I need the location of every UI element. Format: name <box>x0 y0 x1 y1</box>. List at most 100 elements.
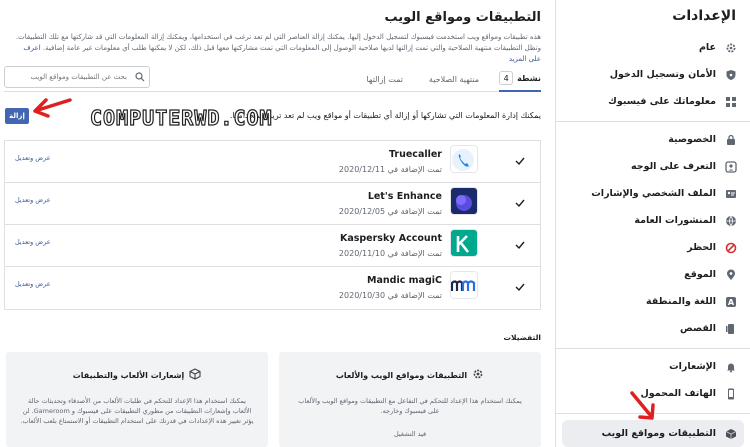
sidebar-title: الإعدادات <box>672 8 736 24</box>
app-date: تمت الإضافة في 2020/11/10 <box>338 249 442 258</box>
description-text: هذه تطبيقات ومواقع ويب استخدمت فيسبوك لت… <box>15 33 541 52</box>
check-icon[interactable] <box>514 155 526 167</box>
red-arrow-icon <box>630 391 655 420</box>
main-panel: التطبيقات ومواقع الويب هذه تطبيقات ومواق… <box>0 0 555 447</box>
tab-removed-label: تمت إزالتها <box>366 74 403 84</box>
tab-active[interactable]: نشطة 4 <box>499 66 541 92</box>
page-description: هذه تطبيقات ومواقع ويب استخدمت فيسبوك لت… <box>10 32 541 65</box>
pref-card-title-row: التطبيقات ومواقع الويب والألعاب <box>279 368 541 382</box>
tab-removed[interactable]: تمت إزالتها <box>366 66 403 92</box>
check-icon[interactable] <box>514 239 526 251</box>
cube-icon <box>189 368 201 382</box>
red-arrow-icon <box>33 98 72 118</box>
sidebar-item-language[interactable]: A اللغة والمنطقة <box>556 288 750 315</box>
sidebar-item-label: الأمان وتسجيل الدخول <box>609 69 716 80</box>
tab-expired-label: منتهية الصلاحية <box>428 74 479 84</box>
app-row[interactable]: Let's Enhance تمت الإضافة في 2020/12/05 … <box>5 183 540 225</box>
preferences-title: التفضيلات <box>503 333 541 342</box>
info-text: يمكنك إدارة المعلومات التي تشاركها أو إز… <box>229 111 541 120</box>
mandic-logo-icon <box>450 271 478 299</box>
sidebar-item-your-info[interactable]: معلوماتك على فيسبوك <box>556 88 750 115</box>
app-row[interactable]: Truecaller تمت الإضافة في 2020/12/11 عرض… <box>5 141 540 183</box>
check-icon[interactable] <box>514 197 526 209</box>
sidebar-item-location[interactable]: الموقع <box>556 261 750 288</box>
search-input[interactable] <box>9 68 131 86</box>
face-icon <box>724 160 738 174</box>
bell-icon <box>724 360 738 374</box>
svg-text:A: A <box>728 298 735 307</box>
cube-icon <box>724 427 738 441</box>
check-icon[interactable] <box>514 281 526 293</box>
pref-card-game-app-notifications[interactable]: إشعارات الألعاب والتطبيقات يمكنك استخدام… <box>6 352 268 447</box>
sidebar-item-profile-tagging[interactable]: الملف الشخصي والإشارات <box>556 180 750 207</box>
app-row[interactable]: Kaspersky Account تمت الإضافة في 2020/11… <box>5 225 540 267</box>
view-edit-link[interactable]: عرض وتعديل <box>15 196 51 204</box>
search-box <box>4 66 150 88</box>
active-count-badge: 4 <box>499 71 514 85</box>
gear-icon <box>724 41 738 55</box>
language-icon: A <box>724 295 738 309</box>
remove-button[interactable]: إزالة <box>5 108 29 124</box>
gear-icon <box>472 368 484 382</box>
truecaller-logo-icon <box>450 145 478 173</box>
profile-tag-icon <box>724 187 738 201</box>
lock-icon <box>724 133 738 147</box>
view-edit-link[interactable]: عرض وتعديل <box>15 238 51 246</box>
sidebar-item-label: الحظر <box>687 242 716 253</box>
sidebar-item-label: الموقع <box>684 269 716 280</box>
phone-icon <box>724 387 738 401</box>
app-row[interactable]: Mandic magiC تمت الإضافة في 2020/10/30 ع… <box>5 267 540 309</box>
page-title: التطبيقات ومواقع الويب <box>384 10 541 25</box>
app-name: Mandic magiC <box>367 275 442 286</box>
sidebar-item-general[interactable]: عام <box>556 34 750 61</box>
sidebar-item-label: الإشعارات <box>669 361 716 372</box>
tab-active-label: نشطة <box>517 73 541 83</box>
sidebar-group: عام الأمان وتسجيل الدخول معلوماتك على في… <box>556 30 750 122</box>
pref-card-description: يمكنك استخدام هذا الإعداد للتحكم في طلبا… <box>20 397 254 425</box>
sidebar-item-apps-websites[interactable]: التطبيقات ومواقع الويب <box>562 420 744 447</box>
sidebar-item-label: التطبيقات ومواقع الويب <box>601 428 716 439</box>
app-name: Truecaller <box>388 149 442 160</box>
pref-card-title: التطبيقات ومواقع الويب والألعاب <box>335 370 468 380</box>
tab-expired[interactable]: منتهية الصلاحية <box>429 66 479 92</box>
globe-icon <box>724 214 738 228</box>
info-grid-icon <box>724 95 738 109</box>
kaspersky-logo-icon <box>450 229 478 257</box>
sidebar-item-label: عام <box>698 42 716 53</box>
app-date: تمت الإضافة في 2020/10/30 <box>338 291 442 300</box>
watermark: COMPUTERWD.COM <box>89 105 273 130</box>
letsenhance-logo-icon <box>450 187 478 215</box>
sidebar-item-label: معلوماتك على فيسبوك <box>608 96 716 107</box>
sidebar-item-privacy[interactable]: الخصوصية <box>556 126 750 153</box>
app-date: تمت الإضافة في 2020/12/05 <box>338 207 442 216</box>
pref-card-title-row: إشعارات الألعاب والتطبيقات <box>6 368 268 382</box>
app-date: تمت الإضافة في 2020/12/11 <box>338 165 442 174</box>
pref-card-apps-websites-games[interactable]: التطبيقات ومواقع الويب والألعاب يمكنك اس… <box>279 352 541 447</box>
stories-icon <box>724 322 738 336</box>
shield-icon <box>724 68 738 82</box>
app-name: Kaspersky Account <box>339 233 442 244</box>
tabs-row: نشطة 4 منتهية الصلاحية تمت إزالتها <box>4 66 541 92</box>
view-edit-link[interactable]: عرض وتعديل <box>15 154 51 162</box>
sidebar-item-blocking[interactable]: الحظر <box>556 234 750 261</box>
sidebar-item-label: اللغة والمنطقة <box>646 296 716 307</box>
sidebar-item-notifications[interactable]: الإشعارات <box>556 353 750 380</box>
pref-card-title: إشعارات الألعاب والتطبيقات <box>72 370 185 380</box>
view-edit-link[interactable]: عرض وتعديل <box>15 280 51 288</box>
sidebar-item-stories[interactable]: القصص <box>556 315 750 342</box>
sidebar-item-face-recognition[interactable]: التعرف على الوجه <box>556 153 750 180</box>
pref-card-description: يمكنك استخدام هذا الإعداد للتحكم في التف… <box>298 397 522 415</box>
sidebar-item-security[interactable]: الأمان وتسجيل الدخول <box>556 61 750 88</box>
sidebar-item-label: القصص <box>680 323 716 334</box>
sidebar-group: الخصوصية التعرف على الوجه الملف الشخصي و… <box>556 122 750 349</box>
sidebar-item-public-posts[interactable]: المنشورات العامة <box>556 207 750 234</box>
sidebar-item-label: الخصوصية <box>668 134 716 145</box>
pref-card-status: قيد التشغيل <box>393 430 427 438</box>
settings-sidebar: الإعدادات عام الأمان وتسجيل الدخول معلوم… <box>555 0 750 447</box>
location-pin-icon <box>724 268 738 282</box>
search-icon <box>131 72 149 82</box>
app-name: Let's Enhance <box>367 191 442 202</box>
app-list: Truecaller تمت الإضافة في 2020/12/11 عرض… <box>4 140 541 310</box>
sidebar-item-label: التعرف على الوجه <box>631 161 716 172</box>
block-icon <box>724 241 738 255</box>
